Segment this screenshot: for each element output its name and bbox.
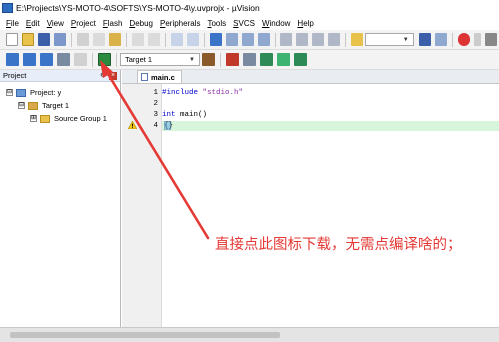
pack-installer-icon[interactable] <box>260 53 273 66</box>
project-icon <box>16 88 26 97</box>
menu-svcs[interactable]: SVCS <box>233 19 255 28</box>
collapse-icon[interactable]: ⊟ <box>18 102 25 109</box>
find-in-files-icon[interactable] <box>351 33 364 46</box>
project-panel-header: Project ⊕ × <box>0 70 120 82</box>
tree-node-target[interactable]: ⊟ Target 1 <box>0 99 120 112</box>
menu-project[interactable]: Project <box>71 19 96 28</box>
undo-icon[interactable] <box>131 33 144 46</box>
line-number: 1 <box>153 89 158 97</box>
close-icon[interactable]: × <box>109 71 117 80</box>
debug-session-icon[interactable] <box>457 33 470 46</box>
target-select[interactable]: Target 1 ▼ <box>120 53 200 66</box>
next-bookmark-icon[interactable] <box>241 33 254 46</box>
file-extensions-icon[interactable] <box>243 53 256 66</box>
warning-icon <box>128 121 137 129</box>
menu-window[interactable]: Window <box>262 19 290 28</box>
batch-build-icon[interactable] <box>57 53 70 66</box>
nav-back-icon[interactable] <box>170 33 183 46</box>
dropdown-icon[interactable] <box>473 33 481 46</box>
tree-label-source-group: Source Group 1 <box>54 114 107 123</box>
find-icon[interactable] <box>418 33 431 46</box>
pin-icon[interactable]: ⊕ <box>99 72 107 80</box>
save-all-icon[interactable] <box>54 33 67 46</box>
code-keyword: int <box>162 111 176 119</box>
nav-forward-icon[interactable] <box>186 33 199 46</box>
manage-components-icon[interactable] <box>226 53 239 66</box>
chevron-down-icon: ▼ <box>402 36 409 43</box>
code-text-area[interactable]: #include "stdio.h" int main() {} <box>162 84 499 327</box>
title-bar: E:\Projiects\YS-MOTO-4\SOFTS\YS-MOTO-4\y… <box>0 0 499 16</box>
translate-icon[interactable] <box>6 53 19 66</box>
menu-debug[interactable]: Debug <box>129 19 153 28</box>
expand-icon[interactable]: ⊞ <box>30 115 37 122</box>
tab-main-c[interactable]: main.c <box>137 70 182 83</box>
open-file-icon[interactable] <box>22 33 35 46</box>
line-number: 2 <box>153 100 158 108</box>
unindent-icon[interactable] <box>296 33 309 46</box>
chevron-down-icon: ▼ <box>189 56 195 63</box>
run-time-env-icon[interactable] <box>294 53 307 66</box>
line-number: 3 <box>153 111 158 119</box>
download-load-icon[interactable] <box>98 53 111 66</box>
scrollbar-thumb[interactable] <box>10 332 280 338</box>
folder-icon <box>40 114 50 123</box>
editor-area: main.c 1 2 3 4 #include "stdio.h" int ma… <box>122 70 499 327</box>
configure-icon[interactable] <box>484 33 497 46</box>
menu-help[interactable]: Help <box>297 19 313 28</box>
paste-icon[interactable] <box>109 33 122 46</box>
menu-file[interactable]: File <box>6 19 19 28</box>
text-caret <box>164 121 171 130</box>
c-file-icon <box>141 73 148 81</box>
clear-bookmarks-icon[interactable] <box>257 33 270 46</box>
file-toolbar: ▼ <box>0 30 499 50</box>
menu-view[interactable]: View <box>47 19 64 28</box>
menu-flash[interactable]: Flash <box>103 19 123 28</box>
editor-tabs: main.c <box>122 70 499 84</box>
menu-tools[interactable]: Tools <box>207 19 226 28</box>
save-icon[interactable] <box>38 33 51 46</box>
tree-label-project: Project: y <box>30 88 62 97</box>
stop-build-icon[interactable] <box>74 53 87 66</box>
incremental-find-icon[interactable] <box>434 33 447 46</box>
rebuild-icon[interactable] <box>40 53 53 66</box>
tree-node-source-group[interactable]: ⊞ Source Group 1 <box>0 112 120 125</box>
uvision-app-icon <box>2 3 13 13</box>
uncomment-icon[interactable] <box>328 33 341 46</box>
target-icon <box>28 101 38 110</box>
menu-peripherals[interactable]: Peripherals <box>160 19 200 28</box>
find-combo[interactable]: ▼ <box>365 33 414 46</box>
indent-icon[interactable] <box>280 33 293 46</box>
annotation-text: 直接点此图标下载，无需点编译啥的； <box>215 237 462 253</box>
project-panel: Project ⊕ × ⊟ Project: y ⊟ Target 1 ⊞ So… <box>0 70 121 327</box>
comment-icon[interactable] <box>312 33 325 46</box>
collapse-icon[interactable]: ⊟ <box>6 89 13 96</box>
build-toolbar: Target 1 ▼ <box>0 50 499 70</box>
code-line: #include "stdio.h" <box>162 88 243 98</box>
cut-icon[interactable] <box>77 33 90 46</box>
menu-edit[interactable]: Edit <box>26 19 40 28</box>
select-packs-icon[interactable] <box>277 53 290 66</box>
project-panel-title: Project <box>3 71 27 80</box>
copy-icon[interactable] <box>93 33 106 46</box>
project-tree: ⊟ Project: y ⊟ Target 1 ⊞ Source Group 1 <box>0 82 120 125</box>
tree-node-project[interactable]: ⊟ Project: y <box>0 86 120 99</box>
window-title: E:\Projiects\YS-MOTO-4\SOFTS\YS-MOTO-4\y… <box>16 3 260 13</box>
tab-label: main.c <box>151 72 175 82</box>
line-gutter: 1 2 3 4 <box>122 84 162 327</box>
horizontal-scrollbar[interactable] <box>0 327 499 342</box>
new-file-icon[interactable] <box>6 33 19 46</box>
build-icon[interactable] <box>23 53 36 66</box>
tree-label-target: Target 1 <box>42 101 70 110</box>
code-directive: #include <box>162 89 203 97</box>
code-text: main() <box>175 111 208 119</box>
code-string: "stdio.h" <box>202 89 244 97</box>
bookmark-icon[interactable] <box>209 33 222 46</box>
prev-bookmark-icon[interactable] <box>225 33 238 46</box>
target-options-icon[interactable] <box>202 53 215 66</box>
redo-icon[interactable] <box>147 33 160 46</box>
code-line: int main() <box>162 110 207 120</box>
menu-bar: File Edit View Project Flash Debug Perip… <box>0 16 499 30</box>
